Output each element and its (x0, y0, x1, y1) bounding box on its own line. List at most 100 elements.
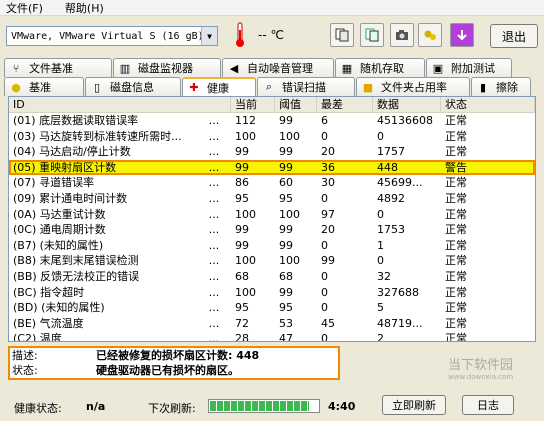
tab-disk-info[interactable]: ▯ 磁盘信息 (85, 77, 181, 96)
tab-random-access[interactable]: ▦ 随机存取 (335, 58, 425, 77)
log-button[interactable]: 日志 (462, 395, 514, 415)
smart-attribute-list[interactable]: ID 当前 阈值 最差 数据 状态 (01) 底层数据读取错误率... 112 99… (8, 96, 536, 342)
cell-status: 正常 (445, 191, 467, 205)
cell-worst: 45 (321, 316, 335, 330)
exit-button[interactable]: 退出 (490, 24, 538, 48)
cell-more: ... (208, 301, 220, 315)
cell-data: 1757 (377, 145, 405, 159)
cell-id: (01) 底层数据读取错误率 (13, 114, 139, 127)
cell-more: ... (208, 191, 220, 205)
options-button[interactable] (418, 23, 442, 47)
tab-label: 自动噪音管理 (247, 62, 313, 75)
table-row[interactable]: (0A) 马达重试计数... 100 100 97 0 正常 (9, 207, 535, 223)
menu-file[interactable]: 文件(F) (6, 0, 43, 16)
cell-status: 正常 (445, 269, 467, 283)
cell-data: 0 (377, 207, 384, 221)
cell-data: 327688 (377, 285, 419, 299)
copy-button[interactable] (330, 23, 354, 47)
tab-health[interactable]: ✚ 健康 (182, 77, 256, 96)
table-row[interactable]: (C2) 温度... 28 47 0 2 正常 (9, 331, 535, 342)
tab-erase[interactable]: ▮ 擦除 (471, 77, 531, 96)
description-panel: 描述: 已经被修复的损坏扇区计数: 448 状态: 硬盘驱动器已有损坏的扇区。 (8, 346, 340, 380)
column-id[interactable]: ID (9, 97, 231, 112)
cell-threshold: 100 (279, 207, 300, 221)
cell-worst: 0 (321, 238, 328, 252)
watermark: 当下软件园 www.downxia.com (448, 354, 540, 384)
tab-aam[interactable]: ◀ 自动噪音管理 (222, 58, 334, 77)
tab-folder-usage[interactable]: ■ 文件夹占用率 (356, 77, 470, 96)
cell-threshold: 99 (279, 238, 293, 252)
cell-status: 正常 (445, 332, 467, 342)
cell-current: 100 (235, 254, 256, 268)
table-row-highlighted[interactable]: (05) 重映射扇区计数... 99 99 36 448 警告 (9, 159, 535, 176)
tab-label: 擦除 (496, 81, 518, 94)
drive-select[interactable]: VMware, VMware Virtual S (16 gB) ▼ (6, 26, 218, 46)
tab-label: 文件基准 (29, 62, 73, 75)
toolbar: VMware, VMware Virtual S (16 gB) ▼ -- ℃ … (0, 16, 544, 52)
cell-threshold: 99 (279, 114, 293, 127)
cell-current: 95 (235, 301, 249, 315)
table-row[interactable]: (BC) 指令超时... 100 99 0 327688 正常 (9, 285, 535, 301)
table-row[interactable]: (03) 马达旋转到标准转速所需时...... 100 100 0 0 正常 (9, 129, 535, 145)
table-row[interactable]: (04) 马达启动/停止计数... 99 99 20 1757 正常 (9, 144, 535, 160)
cell-id: (03) 马达旋转到标准转速所需时... (13, 129, 182, 143)
tab-file-benchmark[interactable]: ⑂ 文件基准 (4, 58, 112, 77)
table-row[interactable]: (07) 寻道错误率... 86 60 30 45699... 正常 (9, 175, 535, 191)
column-worst[interactable]: 最差 (317, 97, 373, 112)
cell-id: (B8) 末尾到末尾错误检测 (13, 254, 139, 268)
tabs-bottom-row: ● 基准 ▯ 磁盘信息 ✚ 健康 ⌕ 错误扫描 ■ 文件夹占用率 ▮ 擦除 (4, 77, 532, 96)
tab-label: 基准 (29, 81, 51, 94)
refresh-now-button[interactable]: 立即刷新 (382, 395, 446, 415)
table-row[interactable]: (0C) 通电周期计数... 99 99 20 1753 正常 (9, 222, 535, 238)
chevron-down-icon[interactable]: ▼ (201, 27, 217, 45)
table-row[interactable]: (BB) 反馈无法校正的错误... 68 68 0 32 正常 (9, 269, 535, 285)
table-row[interactable]: (B8) 末尾到末尾错误检测... 100 100 99 0 正常 (9, 253, 535, 269)
tab-disk-monitor[interactable]: ▥ 磁盘监视器 (113, 58, 221, 77)
tab-benchmark[interactable]: ● 基准 (4, 77, 84, 96)
cell-status: 正常 (445, 207, 467, 221)
cell-current: 100 (235, 285, 256, 299)
monitor-chart-icon: ▥ (119, 61, 131, 75)
cell-status: 正常 (445, 301, 467, 315)
cell-id: (BB) 反馈无法校正的错误 (13, 269, 140, 283)
cell-worst: 36 (321, 160, 335, 174)
table-row[interactable]: (09) 累计通电时间计数... 95 95 0 4892 正常 (9, 191, 535, 207)
table-row[interactable]: (BD) (未知的属性)... 95 95 0 5 正常 (9, 300, 535, 316)
cell-id: (07) 寻道错误率 (13, 176, 95, 190)
gears-icon (424, 30, 436, 40)
cell-worst: 0 (321, 301, 328, 315)
tab-error-scan[interactable]: ⌕ 错误扫描 (257, 77, 355, 96)
list-header: ID 当前 阈值 最差 数据 状态 (9, 97, 535, 113)
watermark-text: 当下软件园 (448, 358, 514, 373)
column-current[interactable]: 当前 (231, 97, 275, 112)
state-value: 硬盘驱动器已有损坏的扇区。 (96, 364, 239, 377)
cell-status: 正常 (445, 223, 467, 237)
cell-more: ... (208, 207, 220, 221)
cell-current: 99 (235, 160, 249, 174)
menu-help[interactable]: 帮助(H) (65, 0, 104, 16)
cell-threshold: 99 (279, 145, 293, 159)
column-threshold[interactable]: 阈值 (275, 97, 317, 112)
column-data[interactable]: 数据 (373, 97, 441, 112)
copy-all-icon (365, 28, 379, 42)
table-row[interactable]: (01) 底层数据读取错误率... 112 99 6 45136608 正常 (9, 113, 535, 129)
download-button[interactable] (450, 23, 474, 47)
tab-extra-tests[interactable]: ▣ 附加测试 (426, 58, 512, 77)
table-row[interactable]: (BE) 气流温度... 72 53 45 48719... 正常 (9, 316, 535, 332)
cell-id: (0A) 马达重试计数 (13, 207, 106, 221)
cell-data: 0 (377, 129, 384, 143)
cell-more: ... (208, 238, 220, 252)
description-line: 描述: 已经被修复的损坏扇区计数: 448 (10, 348, 338, 363)
cell-current: 99 (235, 145, 249, 159)
cell-current: 112 (235, 114, 256, 127)
cell-status: 正常 (445, 114, 467, 127)
copy-all-button[interactable] (360, 23, 384, 47)
cell-threshold: 99 (279, 285, 293, 299)
table-row[interactable]: (B7) (未知的属性)... 99 99 0 1 正常 (9, 238, 535, 254)
cell-current: 68 (235, 269, 249, 283)
thermometer-icon (236, 22, 244, 47)
next-refresh-label: 下次刷新: (148, 402, 196, 415)
description-value: 已经被修复的损坏扇区计数: 448 (96, 349, 260, 362)
screenshot-button[interactable] (390, 23, 414, 47)
column-status[interactable]: 状态 (441, 97, 535, 112)
